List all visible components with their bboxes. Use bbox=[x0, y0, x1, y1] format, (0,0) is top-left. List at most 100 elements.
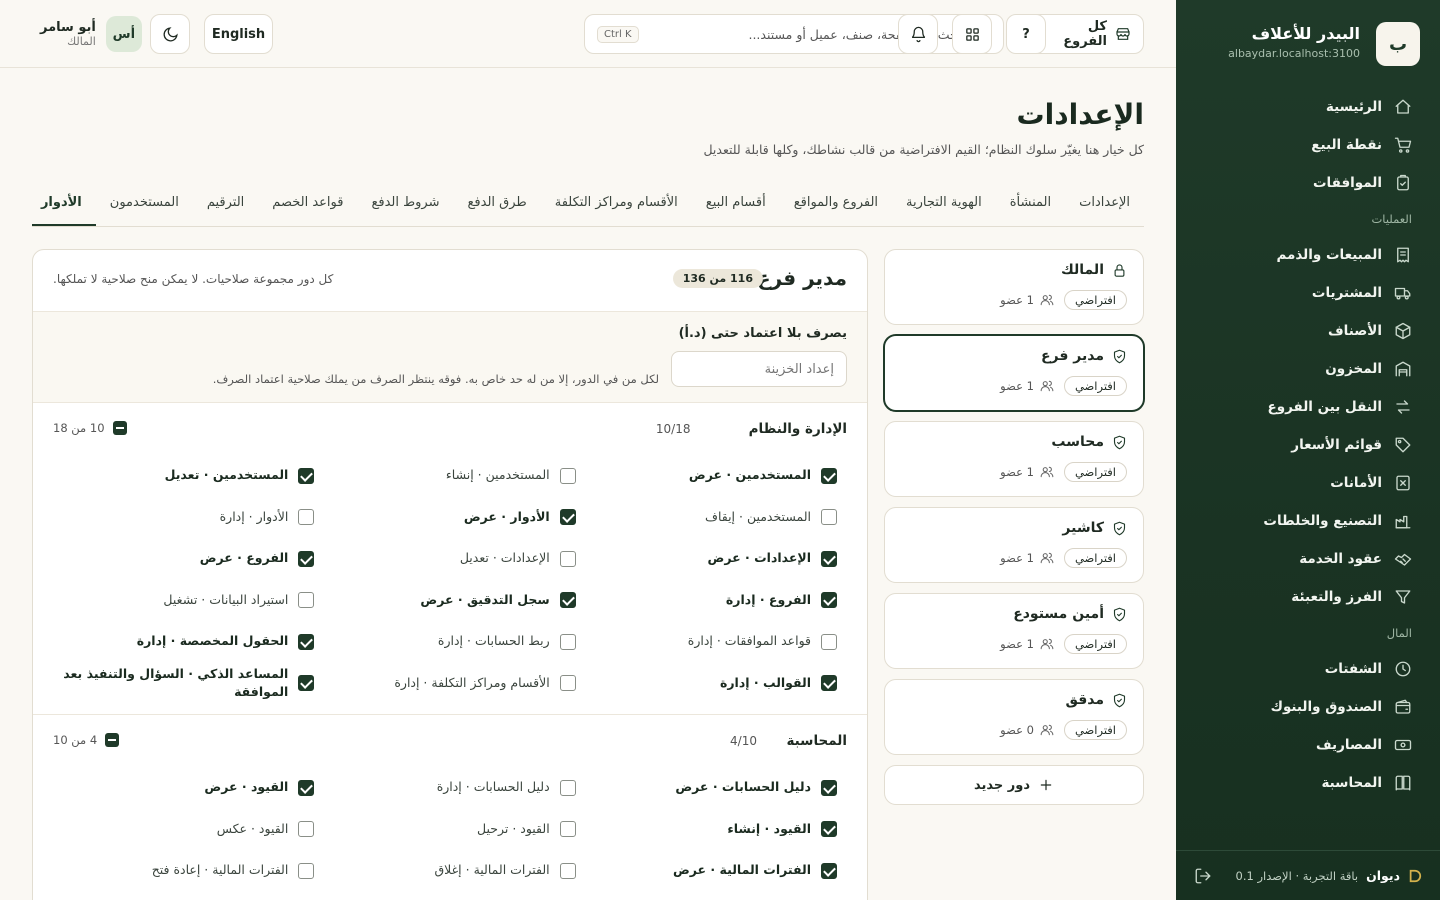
tab[interactable]: الأقسام ومراكز التكلفة bbox=[541, 186, 692, 226]
sidebar-item[interactable]: الصندوق والبنوك bbox=[1176, 688, 1440, 726]
role-card[interactable]: مدير فرع افتراضي 1 عضو bbox=[884, 335, 1144, 411]
tab[interactable]: الترقيم bbox=[193, 186, 258, 226]
tab[interactable]: الأدوار bbox=[32, 186, 96, 226]
sidebar-item[interactable]: النقل بين الفروع bbox=[1176, 388, 1440, 426]
permission-checkbox[interactable] bbox=[298, 862, 315, 879]
permission-item[interactable]: قواعد الموافقات · إدارة bbox=[576, 621, 837, 663]
approval-limit-input[interactable] bbox=[671, 351, 847, 387]
permission-item[interactable]: الفترات المالية · إغلاق bbox=[314, 850, 576, 892]
permission-checkbox[interactable] bbox=[298, 592, 315, 609]
permission-item[interactable]: الحقول المخصصة · إدارة bbox=[53, 621, 315, 663]
permission-checkbox[interactable] bbox=[559, 467, 576, 484]
permission-checkbox[interactable] bbox=[298, 779, 315, 796]
notifications-button[interactable] bbox=[898, 14, 938, 54]
permission-item[interactable]: القيود · عرض bbox=[53, 767, 315, 809]
global-search[interactable]: ابحث عن صفحة، صنف، عميل أو مستند... Ctrl… bbox=[584, 14, 1004, 54]
permission-checkbox[interactable] bbox=[821, 821, 837, 838]
permission-item[interactable]: الإعدادات · عرض bbox=[576, 538, 837, 580]
permission-item[interactable]: الفترات المالية · إعادة فتح bbox=[53, 850, 315, 892]
permission-checkbox[interactable] bbox=[559, 633, 576, 650]
sidebar-item[interactable]: الشفتات bbox=[1176, 650, 1440, 688]
permission-item[interactable]: الفروع · عرض bbox=[53, 538, 315, 580]
permission-item[interactable]: الإعدادات · تعديل bbox=[314, 538, 576, 580]
language-toggle[interactable]: English bbox=[204, 14, 273, 54]
sidebar-item[interactable]: المشتريات bbox=[1176, 274, 1440, 312]
tab[interactable]: الإعدادات bbox=[1065, 186, 1144, 226]
tab[interactable]: الفروع والمواقع bbox=[780, 186, 892, 226]
group-toggle-all[interactable]: 4 من 10 bbox=[53, 733, 120, 747]
user-menu[interactable]: أبو سامر المالك أس bbox=[40, 16, 142, 52]
permission-item[interactable]: المستخدمين · إنشاء bbox=[314, 455, 576, 497]
tab[interactable]: أقسام البيع bbox=[692, 186, 780, 226]
sidebar-item[interactable]: المحاسبة bbox=[1176, 764, 1440, 802]
permission-item[interactable]: القيود · ترحيل bbox=[314, 809, 576, 851]
permission-item[interactable]: القيود · عكس bbox=[53, 809, 315, 851]
tab[interactable]: قواعد الخصم bbox=[258, 186, 357, 226]
permission-item[interactable]: دليل الحسابات · إدارة bbox=[314, 767, 576, 809]
sidebar-item[interactable]: المبيعات والذمم bbox=[1176, 236, 1440, 274]
permission-item[interactable]: الأدوار · عرض bbox=[314, 497, 576, 539]
permission-item[interactable]: ربط الحسابات · إدارة bbox=[314, 621, 576, 663]
tab[interactable]: شروط الدفع bbox=[357, 186, 453, 226]
group-toggle-all[interactable]: 10 من 18 bbox=[53, 421, 127, 435]
permission-checkbox[interactable] bbox=[559, 779, 576, 796]
permission-checkbox[interactable] bbox=[821, 509, 837, 526]
permission-item[interactable]: المستخدمين · عرض bbox=[576, 455, 837, 497]
permission-checkbox[interactable] bbox=[298, 509, 315, 526]
theme-toggle[interactable] bbox=[150, 14, 190, 54]
permission-item[interactable]: دليل الحسابات · عرض bbox=[576, 767, 837, 809]
sidebar-item[interactable]: المصاريف bbox=[1176, 726, 1440, 764]
permission-checkbox[interactable] bbox=[559, 550, 576, 567]
permission-checkbox[interactable] bbox=[821, 862, 837, 879]
permission-item[interactable]: الأقسام ومراكز التكلفة · إدارة bbox=[314, 663, 576, 705]
permission-item[interactable]: المساعد الذكي · السؤال والتنفيذ بعد المو… bbox=[53, 663, 315, 705]
permission-item[interactable]: الأدوار · إدارة bbox=[53, 497, 315, 539]
sidebar-item[interactable]: الأصناف bbox=[1176, 312, 1440, 350]
permission-item[interactable]: القوالب · إدارة bbox=[576, 663, 837, 705]
permission-checkbox[interactable] bbox=[821, 467, 837, 484]
permission-item[interactable]: استيراد البيانات · تشغيل bbox=[53, 580, 315, 622]
sidebar-item[interactable]: الأمانات bbox=[1176, 464, 1440, 502]
role-card[interactable]: مدقق افتراضي 0 عضو bbox=[884, 679, 1144, 755]
permission-checkbox[interactable] bbox=[559, 821, 576, 838]
sidebar-brand[interactable]: ب البيدر للأعلاف albaydar.localhost:3100 bbox=[1196, 22, 1420, 66]
permission-checkbox[interactable] bbox=[559, 592, 576, 609]
indeterminate-checkbox[interactable] bbox=[112, 421, 127, 435]
permission-item[interactable]: الفروع · إدارة bbox=[576, 580, 837, 622]
tab[interactable]: الهوية التجارية bbox=[892, 186, 996, 226]
permission-item[interactable]: القيود · إنشاء bbox=[576, 809, 837, 851]
sidebar-item[interactable]: عقود الخدمة bbox=[1176, 540, 1440, 578]
tab[interactable]: المستخدمون bbox=[96, 186, 193, 226]
permission-checkbox[interactable] bbox=[559, 675, 576, 692]
permission-item[interactable]: المستخدمين · إيقاف bbox=[576, 497, 837, 539]
permission-checkbox[interactable] bbox=[298, 550, 315, 567]
permission-checkbox[interactable] bbox=[298, 675, 315, 692]
permission-checkbox[interactable] bbox=[559, 509, 576, 526]
help-button[interactable]: ? bbox=[1006, 14, 1046, 54]
indeterminate-checkbox[interactable] bbox=[105, 733, 120, 747]
tab[interactable]: المنشأة bbox=[996, 186, 1065, 226]
sidebar-item[interactable]: نقطة البيع bbox=[1176, 126, 1440, 164]
permission-item[interactable]: سجل التدقيق · عرض bbox=[314, 580, 576, 622]
sidebar-item[interactable]: التصنيع والخلطات bbox=[1176, 502, 1440, 540]
logout-icon[interactable] bbox=[1194, 867, 1212, 885]
permission-item[interactable]: الفترات المالية · عرض bbox=[576, 850, 837, 892]
tab[interactable]: طرق الدفع bbox=[453, 186, 540, 226]
permission-checkbox[interactable] bbox=[821, 779, 837, 796]
role-card[interactable]: كاشير افتراضي 1 عضو bbox=[884, 507, 1144, 583]
role-card[interactable]: المالك افتراضي 1 عضو bbox=[884, 249, 1144, 325]
sidebar-item[interactable]: قوائم الأسعار bbox=[1176, 426, 1440, 464]
new-role-button[interactable]: دور جديد bbox=[884, 765, 1144, 805]
sidebar-item[interactable]: الفرز والتعبئة bbox=[1176, 578, 1440, 616]
role-card[interactable]: أمين مستودع افتراضي 1 عضو bbox=[884, 593, 1144, 669]
permission-checkbox[interactable] bbox=[298, 821, 315, 838]
permission-checkbox[interactable] bbox=[821, 550, 837, 567]
sidebar-item[interactable]: الرئيسية bbox=[1176, 88, 1440, 126]
permission-checkbox[interactable] bbox=[821, 592, 837, 609]
permission-checkbox[interactable] bbox=[298, 633, 315, 650]
permission-checkbox[interactable] bbox=[298, 467, 315, 484]
apps-grid-button[interactable] bbox=[952, 14, 992, 54]
sidebar-item[interactable]: الموافقات bbox=[1176, 164, 1440, 202]
sidebar-item[interactable]: المخزون bbox=[1176, 350, 1440, 388]
permission-checkbox[interactable] bbox=[821, 675, 837, 692]
